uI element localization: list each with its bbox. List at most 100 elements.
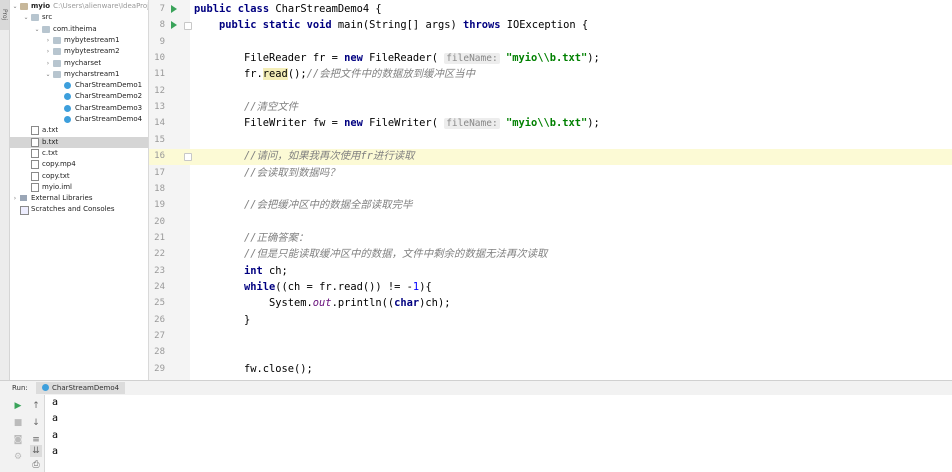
output-line: a (52, 397, 59, 408)
folder-icon (53, 36, 61, 44)
code-line[interactable]: int ch; (244, 263, 288, 279)
class-icon (64, 116, 71, 123)
code-line[interactable]: //请问，如果我再次使用fr进行读取 (244, 148, 415, 164)
tree-item[interactable]: Scratches and Consoles (10, 204, 148, 216)
scratch-icon (20, 206, 29, 216)
line-number: 25 (154, 298, 165, 309)
tree-item-label: CharStreamDemo4 (75, 115, 143, 123)
line-number: 12 (154, 85, 165, 96)
line-number: 11 (154, 69, 165, 80)
class-icon (64, 82, 71, 90)
folder-icon (53, 48, 61, 56)
tree-item[interactable]: ⌄ com.itheima (10, 24, 148, 35)
line-number: 10 (154, 53, 165, 64)
expand-arrow-icon[interactable]: ⌄ (11, 1, 19, 12)
folder-icon (53, 70, 61, 78)
tree-item-label: mycharset (64, 58, 102, 67)
fold-icon[interactable] (184, 22, 192, 31)
file-icon (31, 126, 39, 136)
tree-item[interactable]: ⌄ myio C:\Users\alienware\IdeaProjec (10, 1, 148, 12)
print-icon[interactable]: ⎙ (30, 459, 42, 471)
run-gutter-icon[interactable] (171, 21, 177, 30)
code-line[interactable]: fw.close(); (244, 361, 313, 377)
tree-item[interactable]: › mycharset (10, 58, 148, 69)
code-line[interactable]: //会把缓冲区中的数据全部读取完毕 (244, 197, 412, 213)
code-line[interactable]: //会读取到数据吗？ (244, 165, 340, 181)
class-icon (64, 104, 71, 112)
line-number: 29 (154, 363, 165, 374)
tree-item[interactable]: c.txt (10, 148, 148, 159)
line-number: 26 (154, 314, 165, 325)
tree-item[interactable]: myio.iml (10, 182, 148, 193)
expand-arrow-icon[interactable]: › (44, 46, 52, 57)
tree-item[interactable]: CharStreamDemo2 (10, 91, 148, 102)
code-line[interactable]: FileWriter fw = new FileWriter( fileName… (244, 115, 600, 131)
code-line[interactable]: System.out.println((char)ch); (269, 295, 450, 311)
expand-arrow-icon[interactable]: › (44, 35, 52, 46)
line-number: 13 (154, 102, 165, 113)
tree-item[interactable]: CharStreamDemo3 (10, 103, 148, 114)
file-icon (31, 171, 39, 181)
line-number: 27 (154, 331, 165, 341)
project-tool-tab[interactable]: Proj (0, 0, 9, 30)
code-line[interactable]: while((ch = fr.read()) != -1){ (244, 279, 432, 295)
tree-item[interactable]: copy.txt (10, 171, 148, 182)
code-line[interactable]: //正确答案： (244, 230, 308, 246)
tree-item[interactable]: b.txt (10, 136, 148, 148)
code-line[interactable]: //但是只能读取缓冲区中的数据，文件中剩余的数据无法再次读取 (244, 246, 547, 262)
code-line[interactable]: FileReader fr = new FileReader( fileName… (244, 50, 600, 66)
run-toolbar: ▶ ↑ ■ ↓ ◙ ≡ ⚙ ⇊ ⎙ (0, 395, 45, 472)
class-icon (64, 93, 71, 101)
project-path: C:\Users\alienware\IdeaProjec (53, 2, 149, 10)
tree-item-label: a.txt (42, 126, 59, 135)
tree-item[interactable]: copy.mp4 (10, 159, 148, 170)
line-number: 28 (154, 347, 165, 358)
stop-icon[interactable]: ■ (12, 417, 24, 429)
settings-icon[interactable]: ⚙ (12, 451, 24, 463)
expand-arrow-icon[interactable]: ⌄ (44, 69, 52, 80)
line-number: 14 (154, 118, 165, 129)
line-number: 18 (154, 183, 165, 194)
up-arrow-icon[interactable]: ↑ (30, 400, 42, 412)
line-number: 16 (154, 151, 165, 162)
tree-item-label: myio (31, 2, 51, 10)
expand-arrow-icon[interactable]: ⌄ (22, 12, 30, 23)
line-number: 17 (154, 167, 165, 178)
tree-item[interactable]: › mybytestream1 (10, 35, 148, 46)
code-line[interactable]: fr.read();//会把文件中的数据放到缓冲区当中 (244, 66, 475, 82)
tree-item[interactable]: › mybytestream2 (10, 46, 148, 57)
down-arrow-icon[interactable]: ↓ (30, 417, 42, 429)
tree-item-label: copy.txt (42, 171, 70, 180)
run-tool-bar: Run: CharStreamDemo4 (0, 380, 952, 396)
tree-item[interactable]: a.txt (10, 125, 148, 136)
expand-arrow-icon[interactable]: ⌄ (33, 24, 41, 35)
run-tab[interactable]: CharStreamDemo4 (36, 382, 126, 394)
run-gutter-icon[interactable] (171, 5, 177, 13)
expand-arrow-icon[interactable]: › (11, 193, 19, 204)
output-line: a (52, 429, 59, 441)
line-number: 19 (154, 200, 165, 211)
tree-item-label: External Libraries (31, 194, 93, 203)
camera-icon[interactable]: ◙ (12, 434, 24, 446)
rerun-icon[interactable]: ▶ (12, 400, 24, 412)
line-number: 9 (159, 36, 165, 47)
folder-icon (20, 3, 28, 10)
project-tool-strip: Proj (0, 0, 10, 380)
run-tab-label: CharStreamDemo4 (52, 384, 120, 392)
fold-icon[interactable] (184, 153, 192, 162)
scroll-to-end-icon[interactable]: ⇊ (30, 445, 42, 457)
code-line[interactable]: } (244, 312, 250, 328)
code-line[interactable]: //清空文件 (244, 99, 298, 115)
tree-item[interactable]: ⌄ src (10, 12, 148, 23)
run-output[interactable]: aaaa (45, 395, 952, 472)
code-line[interactable]: public class CharStreamDemo4 { (194, 1, 382, 17)
tree-item[interactable]: CharStreamDemo1 (10, 80, 148, 91)
tree-item[interactable]: › External Libraries (10, 193, 148, 204)
tree-item-label: copy.mp4 (42, 160, 76, 169)
tree-item-label: myio.iml (42, 182, 72, 191)
code-line[interactable]: public static void main(String[] args) t… (219, 17, 588, 33)
tree-item[interactable]: ⌄ mycharstream1 (10, 69, 148, 80)
output-line: a (52, 445, 59, 457)
expand-arrow-icon[interactable]: › (44, 58, 52, 69)
tree-item[interactable]: CharStreamDemo4 (10, 114, 148, 125)
